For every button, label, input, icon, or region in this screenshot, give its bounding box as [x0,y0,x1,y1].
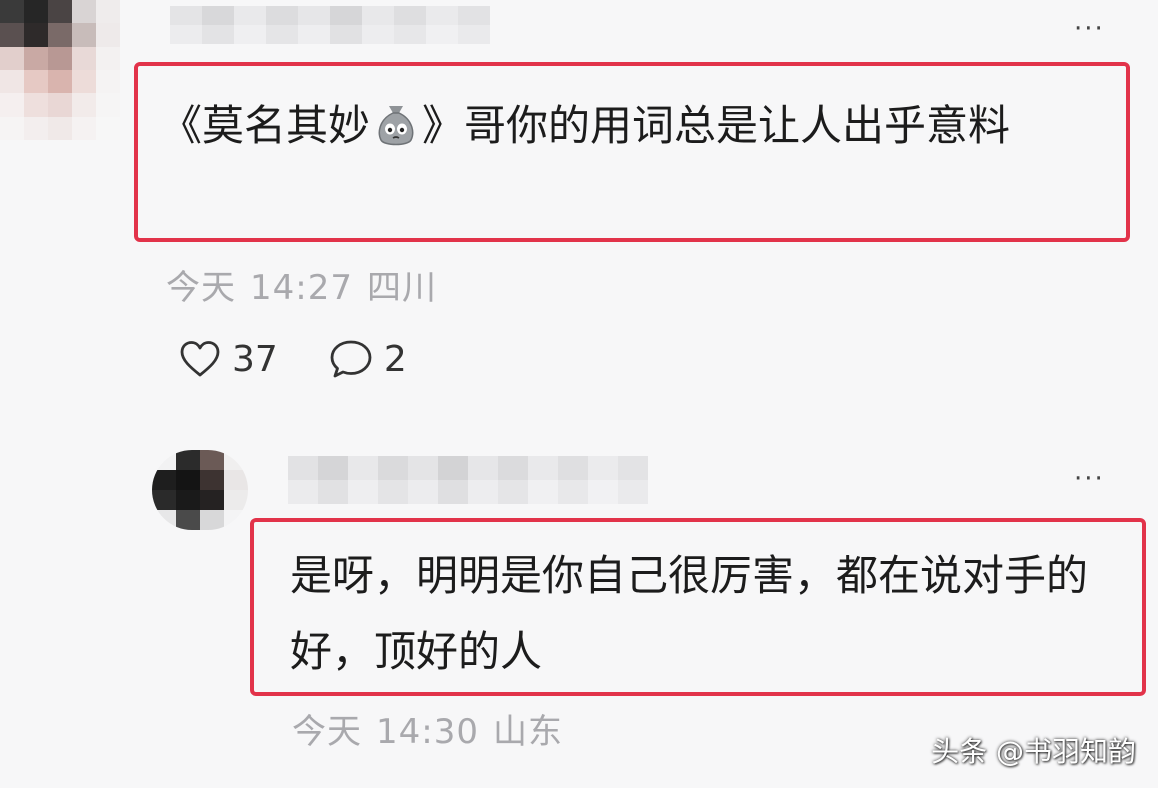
comment-text-after: 》哥你的用词总是让人出乎意料 [422,101,1011,150]
reply-avatar-blurred[interactable] [152,450,248,530]
heart-icon [180,341,220,377]
like-count: 37 [232,338,278,380]
comment-actions: 37 2 [178,338,457,380]
like-button[interactable]: 37 [178,339,278,380]
reply-location: 山东 [492,712,563,752]
avatar-blurred[interactable] [0,0,120,140]
comment-text-before: 《莫名其妙 [160,101,371,150]
watermark: 头条 @书羽知韵 [931,735,1136,768]
comment-text: 《莫名其妙 》哥你的用词总是让人出乎意料 [160,88,1115,164]
comment-date: 今天 [166,268,236,308]
reply-text: 是呀，明明是你自己很厉害，都在说对手的好，顶好的人 [290,551,1089,676]
reply-username-blurred[interactable] [288,456,648,504]
reply-button[interactable]: 2 [328,338,407,380]
bag-emoji [372,96,420,146]
username-blurred[interactable] [170,6,490,44]
reply-date: 今天 [292,712,362,752]
comment-location: 四川 [366,268,437,308]
reply-more-icon[interactable]: ··· [1074,466,1105,492]
more-icon[interactable]: ··· [1074,16,1105,42]
reply-count: 2 [383,338,407,380]
reply-meta: 今天 14:30 山东 [292,704,577,753]
reply-time: 14:30 [376,712,479,752]
comment-time: 14:27 [250,268,353,308]
comment-icon [330,340,372,378]
comment-meta: 今天 14:27 四川 [166,260,451,309]
